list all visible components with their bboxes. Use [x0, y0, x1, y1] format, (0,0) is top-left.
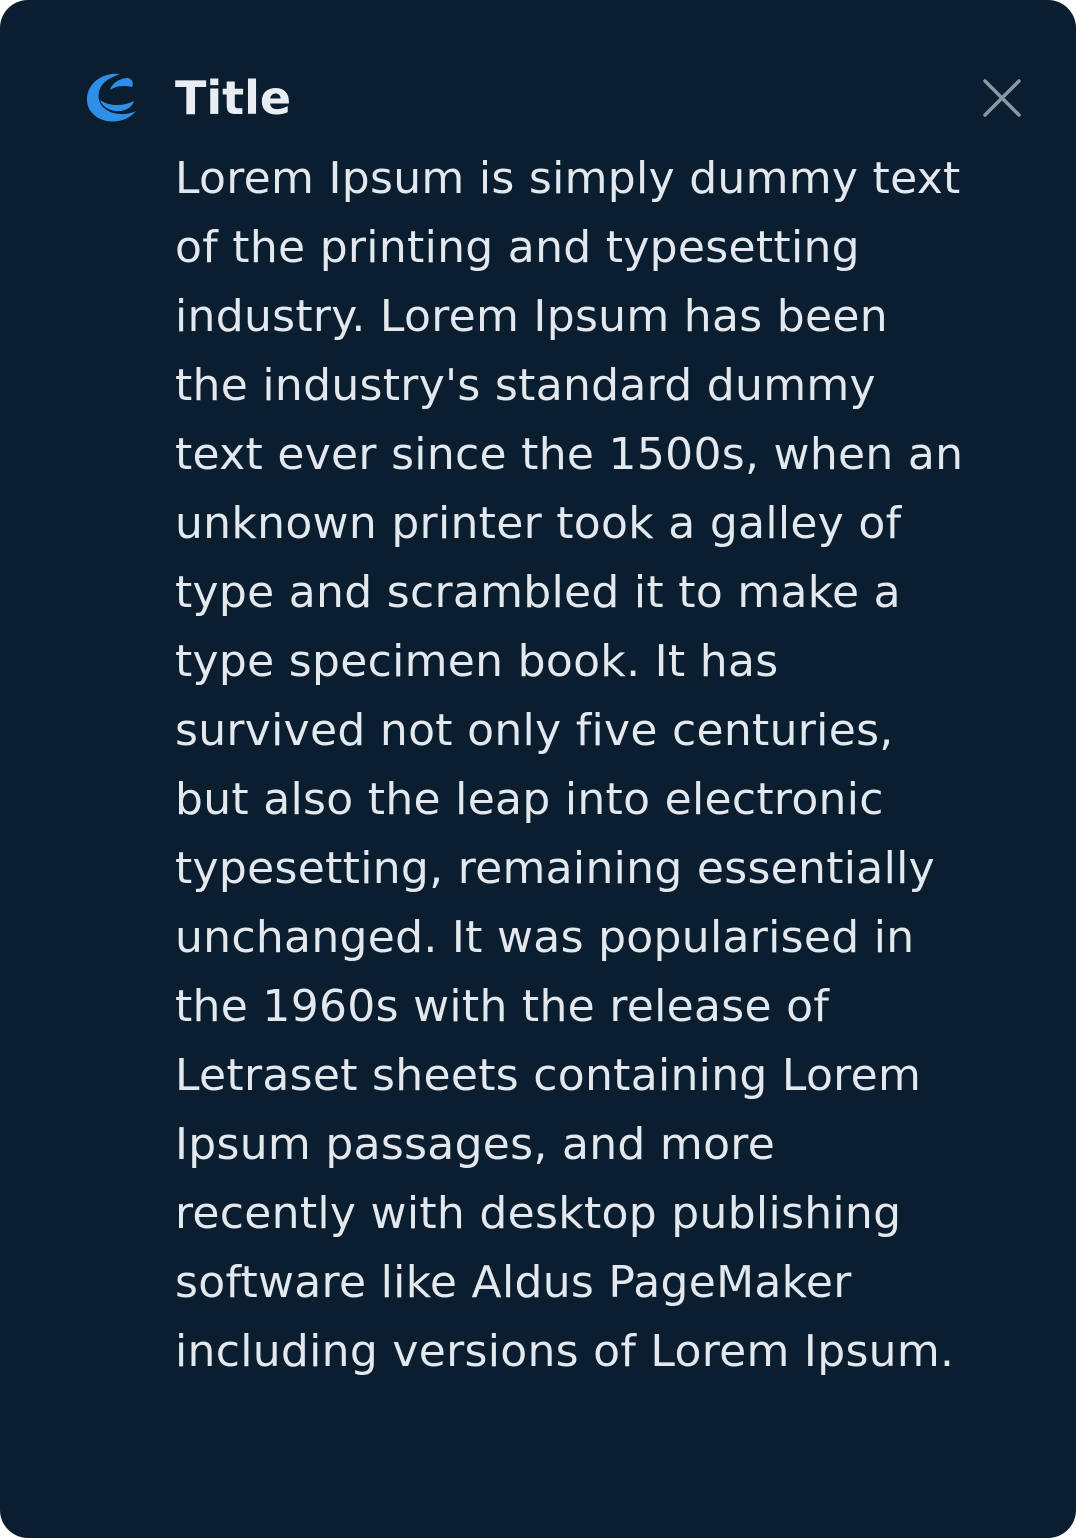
dialog-body-scroll[interactable]: Lorem Ipsum is simply dummy text of the …: [175, 144, 965, 1475]
close-button[interactable]: [978, 74, 1026, 122]
crescent-logo-icon: [82, 70, 140, 126]
close-icon: [983, 79, 1021, 117]
notification-panel: Title Lorem Ipsum is simply dummy text o…: [0, 0, 1076, 1538]
dialog-title: Title: [175, 71, 292, 125]
dialog-body-text: Lorem Ipsum is simply dummy text of the …: [175, 153, 964, 1377]
